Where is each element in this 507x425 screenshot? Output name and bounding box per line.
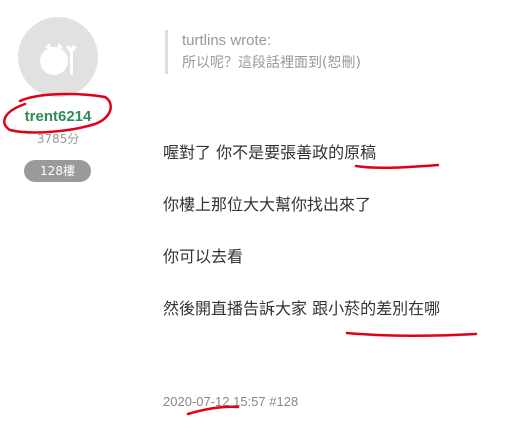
user-avatar[interactable] (18, 17, 98, 97)
user-score: 3785分 (36, 132, 80, 146)
quote-block: turtlins wrote: 所以呢？這段話裡面到(恕刪) (165, 30, 361, 74)
floor-badge[interactable]: 128樓 (24, 160, 91, 182)
post-meta: 2020-07-12 15:57 #128 (163, 394, 299, 409)
post-line: 你可以去看 (163, 247, 244, 266)
username[interactable]: trent6214 (0, 108, 116, 125)
quote-author: turtlins wrote: (182, 32, 272, 49)
quote-text: 所以呢？這段話裡面到(恕刪) (182, 55, 361, 71)
post-content: 喔對了 你不是要張善政的原稿 你樓上那位大大幫你找出來了 你可以去看 然後開直播… (163, 141, 503, 349)
post-line: 然後開直播告訴大家 跟小菸的差別在哪 (163, 299, 441, 318)
avatar-icon (40, 43, 77, 75)
post-line: 喔對了 你不是要張善政的原稿 (163, 143, 377, 162)
post-line: 你樓上那位大大幫你找出來了 (163, 195, 372, 214)
